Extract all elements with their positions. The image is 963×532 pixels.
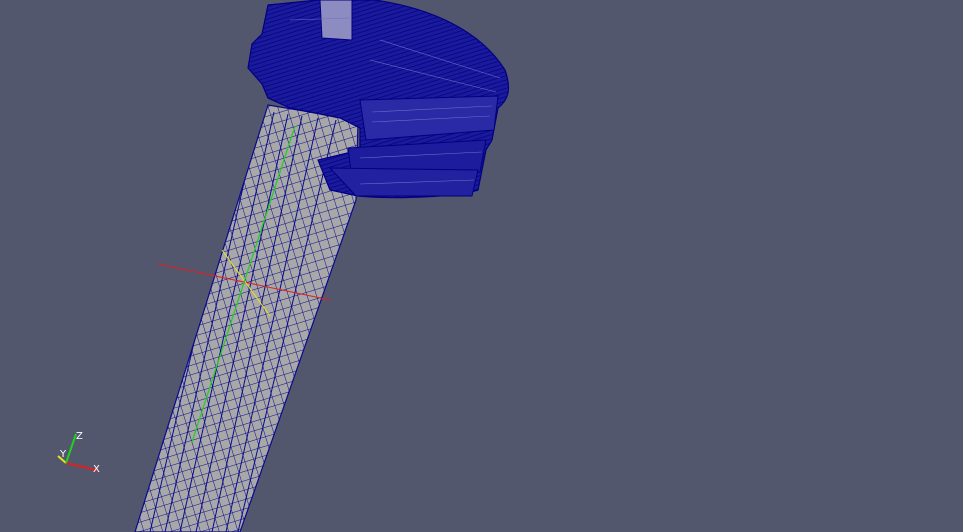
y-axis-label: Y [59, 449, 67, 460]
x-axis-label: X [93, 464, 100, 475]
orientation-axes-icon: X Y Z [57, 431, 100, 475]
mesh-scene[interactable]: X Y Z [0, 0, 963, 532]
z-axis-label: Z [76, 431, 83, 442]
render-viewport[interactable]: X Y Z [0, 0, 963, 532]
